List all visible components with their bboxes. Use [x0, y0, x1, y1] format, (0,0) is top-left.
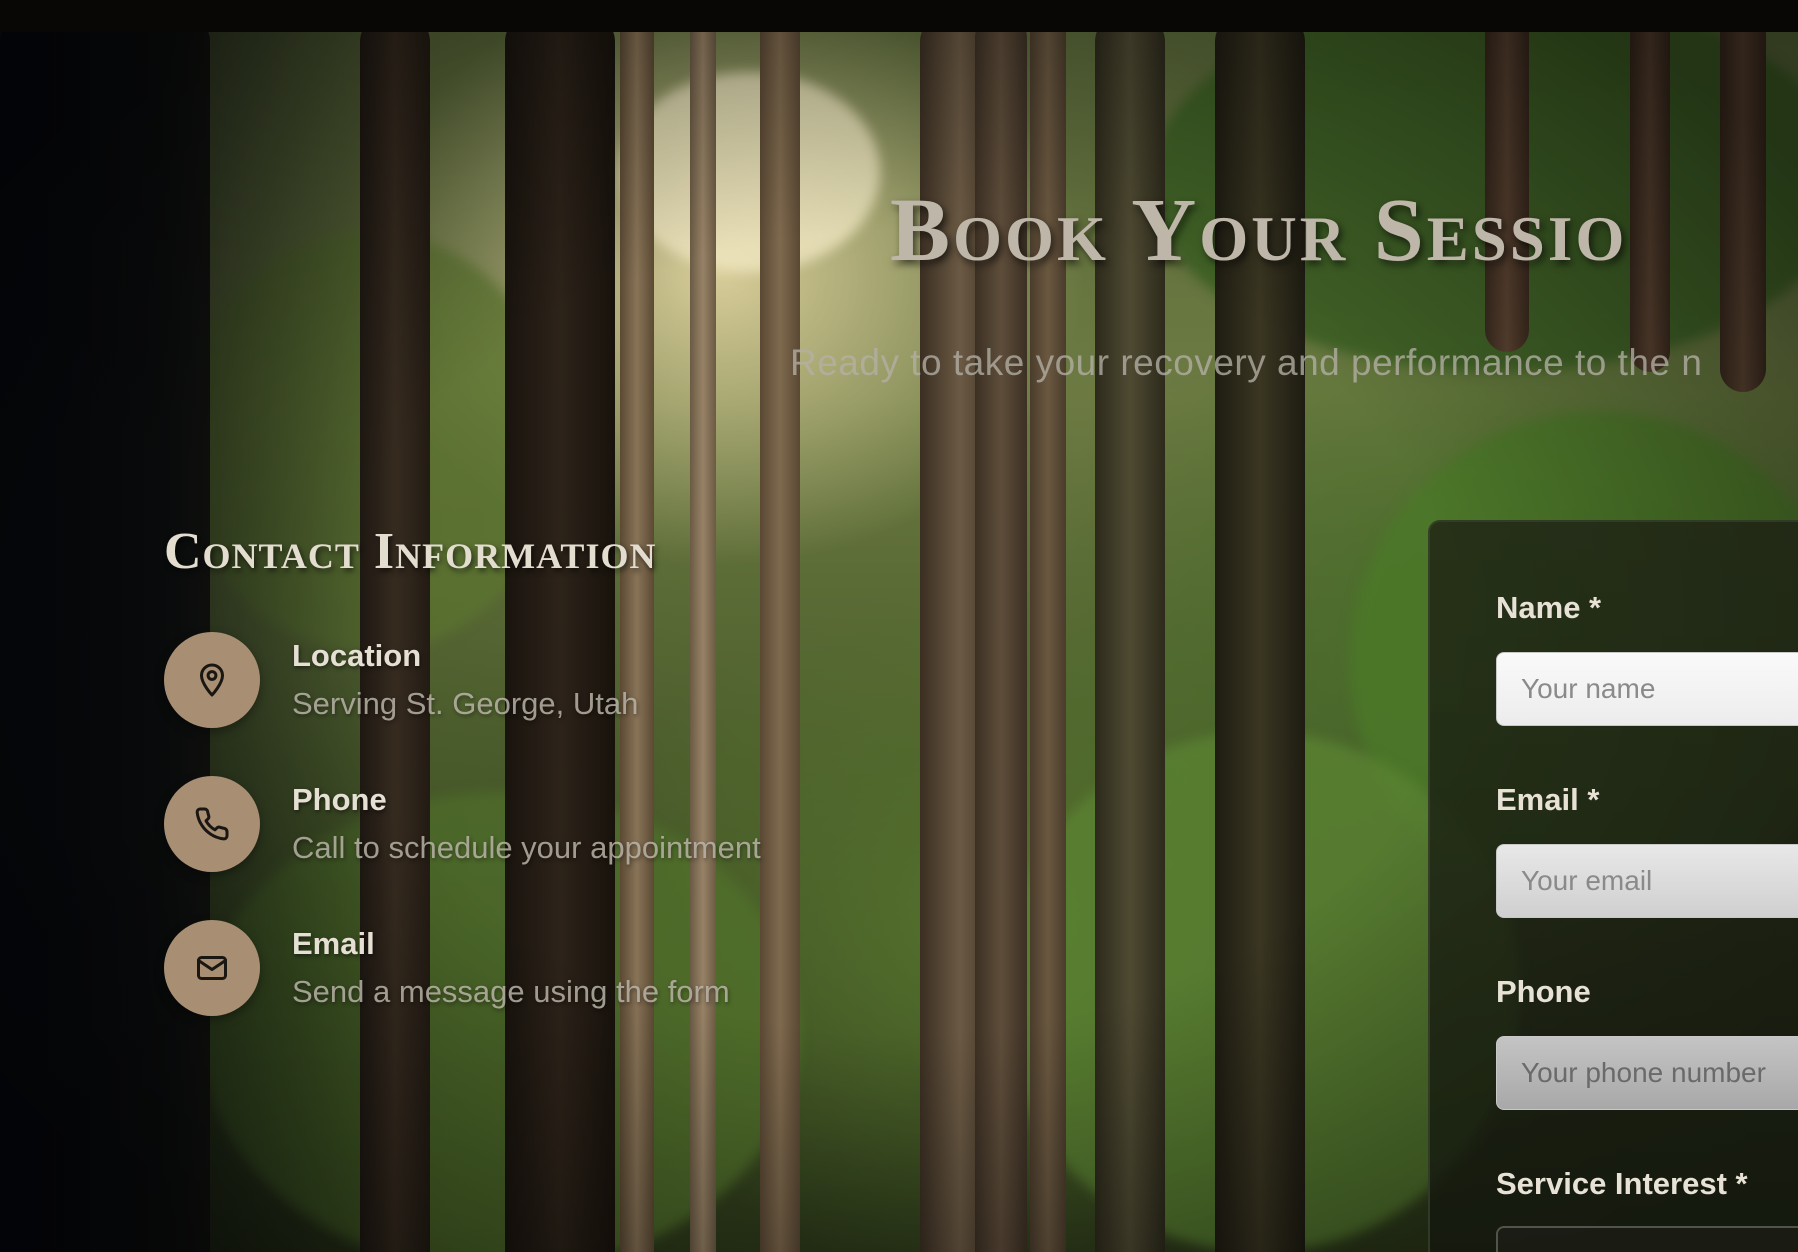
contact-label: Phone: [292, 782, 387, 817]
service-interest-select[interactable]: [1496, 1226, 1798, 1252]
phone-icon: [164, 776, 260, 872]
page-title: Book Your Sessio: [890, 181, 1628, 280]
phone-label: Phone: [1496, 974, 1591, 1009]
page-subtitle: Ready to take your recovery and performa…: [790, 342, 1703, 383]
email-label: Email *: [1496, 782, 1600, 817]
phone-input[interactable]: [1496, 1036, 1798, 1110]
contact-value: Call to schedule your appointment: [292, 830, 761, 865]
booking-form: Name * Email * Phone Service Interest *: [1428, 520, 1798, 1252]
contact-value: Send a message using the form: [292, 974, 730, 1009]
contact-item-email: Email Send a message using the form: [164, 920, 864, 1016]
name-input[interactable]: [1496, 652, 1798, 726]
contact-label: Email: [292, 926, 375, 961]
contact-value: Serving St. George, Utah: [292, 686, 639, 721]
mail-icon: [164, 920, 260, 1016]
location-pin-icon: [164, 632, 260, 728]
name-label: Name *: [1496, 590, 1602, 625]
page: Book Your Sessio Ready to take your reco…: [0, 0, 1798, 1252]
contact-item-phone: Phone Call to schedule your appointment: [164, 776, 864, 872]
contact-heading: Contact Information: [164, 523, 657, 580]
top-bar: [0, 0, 1798, 32]
email-input[interactable]: [1496, 844, 1798, 918]
contact-label: Location: [292, 638, 422, 673]
contact-item-location: Location Serving St. George, Utah: [164, 632, 864, 728]
service-interest-label: Service Interest *: [1496, 1166, 1748, 1201]
